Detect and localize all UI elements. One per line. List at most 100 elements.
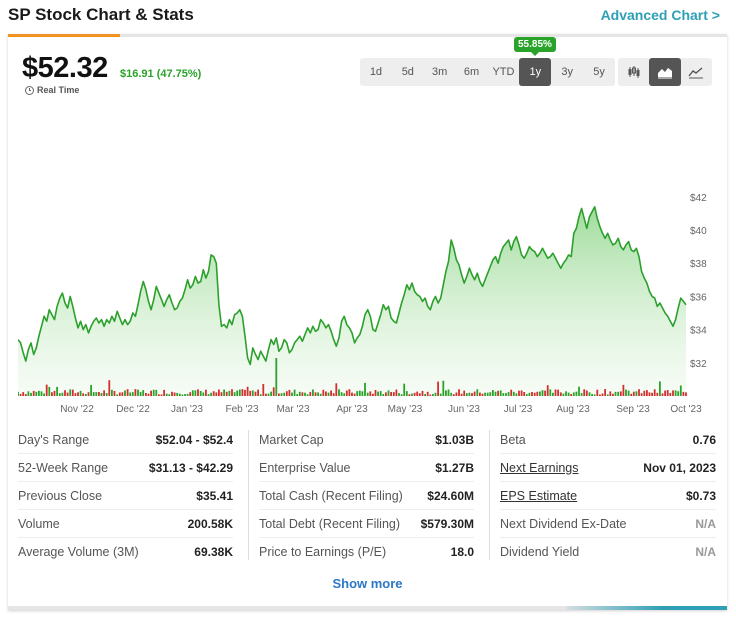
volume-bar — [369, 391, 372, 396]
volume-bar — [434, 392, 437, 396]
volume-bar — [458, 389, 460, 396]
volume-bar — [557, 389, 559, 396]
period-return-badge: 55.85% — [514, 37, 556, 56]
volume-bar — [439, 393, 442, 396]
range-tab-3y[interactable]: 3y — [551, 58, 583, 86]
volume-bar — [265, 393, 267, 396]
volume-bar — [71, 389, 74, 396]
volume-bar — [105, 393, 108, 396]
volume-bar — [45, 384, 48, 396]
range-tab-5y[interactable]: 5y — [583, 58, 615, 86]
volume-bar — [510, 389, 513, 396]
column-divider — [248, 430, 249, 560]
volume-bar — [181, 394, 184, 396]
volume-bar — [194, 390, 197, 396]
volume-bar — [171, 391, 173, 396]
volume-bar — [228, 390, 231, 396]
volume-bar — [512, 391, 515, 396]
volume-bar — [489, 392, 492, 396]
volume-bar — [155, 389, 158, 396]
range-tab-6m[interactable]: 6m — [456, 58, 488, 86]
range-tab-1d[interactable]: 1d — [360, 58, 392, 86]
volume-bar — [353, 393, 356, 396]
next-earnings-link[interactable]: Next Earnings — [500, 461, 579, 475]
realtime-indicator: Real Time — [25, 85, 79, 95]
stat-label: Next Dividend Ex-Date — [500, 516, 627, 531]
volume-bar — [426, 391, 429, 396]
volume-bar — [304, 392, 306, 396]
range-tab-5d[interactable]: 5d — [392, 58, 424, 86]
volume-bar — [630, 393, 633, 396]
volume-bar — [293, 389, 296, 396]
card-top-accent — [8, 34, 120, 37]
volume-bar — [207, 394, 210, 396]
volume-bar — [340, 392, 343, 396]
volume-bar — [58, 393, 61, 396]
volume-bar — [56, 386, 58, 396]
volume-bar — [317, 392, 319, 396]
volume-bar — [619, 391, 622, 396]
y-tick-label: $40 — [690, 226, 707, 237]
show-more-button[interactable]: Show more — [8, 576, 727, 591]
volume-bar — [116, 394, 119, 396]
volume-bar — [366, 392, 369, 396]
price-chart[interactable]: $42 $40 $38 $36 $34 $32 Nov '22 Dec '22 Jan '23 F… — [18, 164, 708, 416]
volume-bar — [614, 391, 617, 396]
volume-bar — [249, 390, 252, 396]
range-tab-1y[interactable]: 1y — [519, 58, 552, 86]
x-tick-label: May '23 — [388, 404, 423, 415]
volume-bar — [356, 391, 359, 396]
volume-bar — [455, 392, 458, 396]
volume-bar — [100, 393, 103, 396]
volume-bar — [418, 393, 421, 396]
chart-type-candlestick[interactable] — [618, 58, 649, 86]
volume-bar — [22, 392, 25, 396]
volume-bar — [585, 390, 588, 396]
volume-bar — [507, 392, 510, 396]
y-tick-label: $36 — [690, 292, 707, 303]
chart-type-area[interactable] — [649, 58, 681, 86]
volume-bar — [580, 393, 583, 396]
volume-bar — [486, 392, 489, 396]
eps-estimate-link[interactable]: EPS Estimate — [500, 489, 577, 503]
volume-bar — [275, 358, 278, 396]
volume-bar — [622, 384, 625, 396]
volume-bar — [215, 392, 218, 396]
stat-row-previous-close: Previous Close $35.41 — [18, 482, 233, 510]
volume-bar — [413, 392, 416, 396]
stat-row-eps-estimate: EPS Estimate $0.73 — [500, 482, 716, 510]
volume-bar — [559, 392, 562, 396]
stat-value: 200.58K — [187, 516, 233, 531]
volume-bar — [549, 389, 552, 396]
stat-label: Beta — [500, 432, 526, 447]
volume-bar — [32, 390, 35, 396]
volume-bar — [108, 380, 111, 396]
volume-bar — [669, 392, 672, 396]
stat-value: $52.04 - $52.4 — [155, 432, 233, 447]
volume-bar — [612, 393, 614, 396]
volume-bar — [599, 394, 601, 396]
range-tab-ytd[interactable]: YTD — [488, 58, 520, 86]
volume-bar — [19, 393, 22, 396]
volume-bar — [395, 389, 398, 396]
volume-bar — [351, 392, 353, 396]
volume-bar — [515, 393, 518, 396]
volume-bar — [377, 391, 379, 396]
volume-bar — [387, 390, 390, 396]
chart-type-line[interactable] — [681, 58, 712, 86]
volume-bar — [345, 390, 348, 396]
stat-row-pe-ratio: Price to Earnings (P/E) 18.0 — [259, 538, 474, 566]
volume-bar — [165, 393, 168, 396]
volume-bar — [358, 390, 361, 396]
volume-bar — [572, 392, 575, 396]
volume-bar — [567, 392, 570, 396]
chart-type-tabs — [618, 58, 712, 86]
volume-bar — [403, 383, 406, 396]
range-tab-3m[interactable]: 3m — [424, 58, 456, 86]
volume-bar — [591, 394, 593, 396]
stat-row-average-volume: Average Volume (3M) 69.38K — [18, 538, 233, 566]
stat-row-days-range: Day's Range $52.04 - $52.4 — [18, 426, 233, 454]
stat-value: $35.41 — [196, 488, 233, 503]
stats-column-3: Beta 0.76 Next Earnings Nov 01, 2023 EPS E… — [500, 426, 716, 566]
advanced-chart-link[interactable]: Advanced Chart > — [601, 7, 720, 23]
